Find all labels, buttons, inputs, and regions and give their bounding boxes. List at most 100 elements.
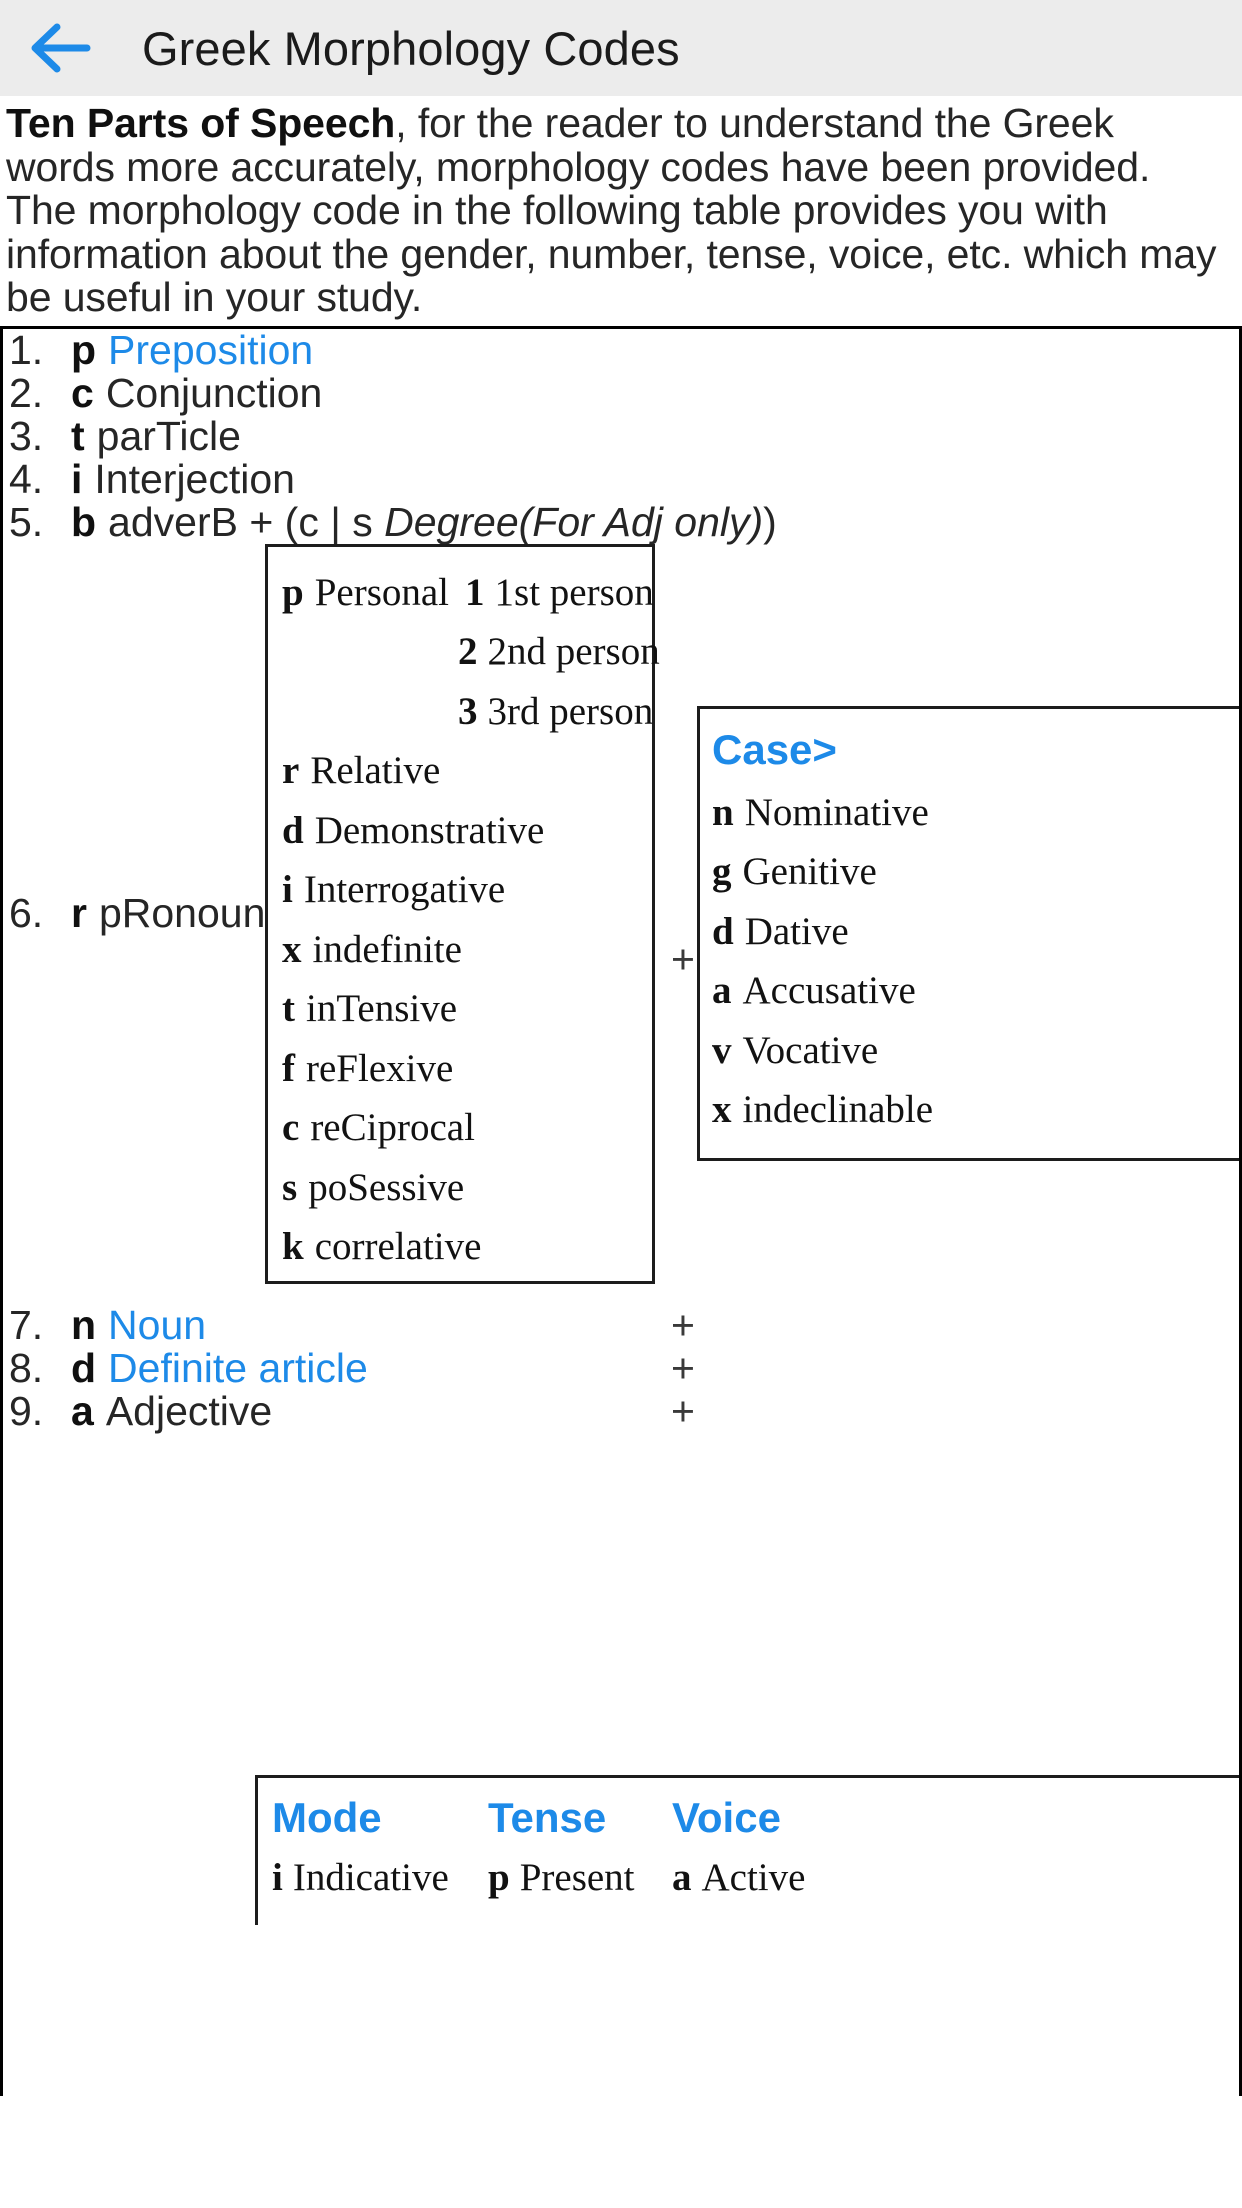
mtv-code: a bbox=[672, 1855, 692, 1899]
mode-tense-voice-table: Mode Tense Voice i Indicative p Present aA… bbox=[255, 1774, 1239, 1925]
pronoun-label: indefinite bbox=[312, 927, 462, 971]
pos-row-9: 9. a Adjective + bbox=[3, 1387, 1239, 1434]
case-box-title[interactable]: Case> bbox=[712, 719, 1239, 781]
pos-code: p bbox=[71, 326, 97, 373]
case-code: a bbox=[712, 969, 732, 1012]
adverb-suffix: ) bbox=[763, 498, 777, 545]
mtv-cell-mode: i Indicative bbox=[272, 1848, 488, 1908]
pos-number: 8. bbox=[9, 1344, 44, 1391]
pos-code: t bbox=[71, 412, 85, 459]
pronoun-label-group: 6. r pRonoun + bbox=[9, 889, 303, 936]
pronoun-code: t bbox=[282, 987, 295, 1030]
pronoun-label: Demonstrative bbox=[314, 808, 545, 852]
pos-code: a bbox=[71, 1387, 94, 1434]
pronoun-type-line: d Demonstrative bbox=[282, 801, 652, 861]
pronoun-type-line: r Relative bbox=[282, 741, 652, 801]
pos-label: pRonoun bbox=[98, 889, 266, 936]
mtv-header-voice[interactable]: Voice bbox=[672, 1788, 872, 1848]
adverb-degree-note: Degree(For Adj only) bbox=[384, 498, 764, 545]
pronoun-code: x bbox=[282, 927, 302, 971]
pos-code: i bbox=[71, 455, 83, 502]
pronoun-type-line: i Interrogative bbox=[282, 860, 652, 920]
morphology-table: 1. p Preposition 2. c Conjunction 3. t p… bbox=[0, 325, 1242, 2096]
pos-number: 4. bbox=[9, 455, 44, 502]
mtv-data-row: i Indicative p Present a Active bbox=[272, 1848, 1239, 1908]
mtv-header-tense[interactable]: Tense bbox=[488, 1788, 672, 1848]
pronoun-code: s bbox=[282, 1165, 298, 1209]
pronoun-personal-line: p Personal 1 1st person bbox=[282, 563, 654, 623]
case-line: x indeclinable bbox=[712, 1080, 1239, 1140]
pos-code: b bbox=[71, 498, 97, 545]
app-bar: Greek Morphology Codes bbox=[0, 0, 1242, 96]
person-code: 3 bbox=[458, 689, 478, 733]
case-line: a Accusative bbox=[712, 961, 1239, 1021]
case-code: g bbox=[712, 850, 732, 893]
pos-number: 7. bbox=[9, 1301, 44, 1348]
mtv-label: Active bbox=[701, 1855, 806, 1899]
pos-row-5: 5. b adverB + (c | s Degree(For Adj only… bbox=[3, 498, 1239, 545]
pos-row-4: 4. i Interjection bbox=[3, 455, 1239, 502]
pronoun-label: reCiprocal bbox=[310, 1106, 475, 1149]
case-code: x bbox=[712, 1088, 732, 1131]
case-label: Accusative bbox=[742, 969, 916, 1012]
pos-row-2: 2. c Conjunction bbox=[3, 369, 1239, 416]
case-line: n Nominative bbox=[712, 783, 1239, 843]
arrow-left-icon bbox=[29, 23, 91, 73]
pronoun-type-line: t inTensive bbox=[282, 979, 652, 1039]
case-code: v bbox=[712, 1028, 732, 1072]
mtv-code: i bbox=[272, 1855, 283, 1899]
pos-code: d bbox=[71, 1344, 97, 1391]
pos-label: Conjunction bbox=[105, 369, 323, 416]
pos-number: 2. bbox=[9, 369, 44, 416]
pronoun-code: k bbox=[282, 1225, 304, 1268]
case-code: d bbox=[712, 909, 734, 953]
pronoun-type-line: k correlative bbox=[282, 1217, 652, 1277]
pronoun-type-line: f reFlexive bbox=[282, 1039, 652, 1099]
mtv-cell-tense: p Present bbox=[488, 1848, 672, 1908]
pos-row-6: 6. r pRonoun + p Personal 1 1st person 2… bbox=[3, 543, 1239, 1304]
pos-number: 5. bbox=[9, 498, 44, 545]
person-code: 1 bbox=[465, 570, 485, 614]
pos-label: Interjection bbox=[94, 455, 295, 502]
pronoun-code: f bbox=[282, 1046, 295, 1090]
person-label: 3rd person bbox=[487, 689, 654, 733]
case-label: Genitive bbox=[742, 850, 877, 893]
screen-root: Greek Morphology Codes Ten Parts of Spee… bbox=[0, 0, 1242, 2208]
mtv-label: Indicative bbox=[292, 1855, 449, 1899]
mtv-header-row: Mode Tense Voice bbox=[272, 1788, 1239, 1848]
person-label: 2nd person bbox=[487, 630, 660, 673]
pos-plus: + bbox=[671, 1344, 695, 1391]
pronoun-type-box: p Personal 1 1st person 2 2nd person 3 3… bbox=[265, 543, 660, 1284]
pronoun-person-line: 3 3rd person bbox=[282, 682, 654, 742]
pos-row-8: 8. d Definite article + bbox=[3, 1344, 1239, 1391]
pos-code: c bbox=[71, 369, 94, 416]
pos-label: adverB + (c | s Degree(For Adj only)) bbox=[108, 498, 777, 545]
case-line: v Vocative bbox=[712, 1021, 1239, 1081]
back-button[interactable] bbox=[0, 0, 120, 96]
pos-row-1: 1. p Preposition bbox=[3, 329, 1239, 372]
mtv-label: Present bbox=[519, 1855, 635, 1899]
mtv-header-mode[interactable]: Mode bbox=[272, 1788, 488, 1848]
case-label: Dative bbox=[744, 909, 849, 953]
pronoun-code: r bbox=[282, 749, 300, 792]
pronoun-code: d bbox=[282, 808, 304, 852]
case-label: Vocative bbox=[742, 1028, 879, 1072]
pronoun-type-line: c reCiprocal bbox=[282, 1098, 652, 1158]
pronoun-label: poSessive bbox=[308, 1165, 465, 1209]
case-label: indeclinable bbox=[742, 1088, 934, 1131]
page-title: Greek Morphology Codes bbox=[142, 21, 680, 75]
pronoun-code: p bbox=[282, 570, 304, 614]
case-code: n bbox=[712, 790, 734, 834]
pronoun-label: reFlexive bbox=[306, 1046, 454, 1090]
pos-number: 6. bbox=[9, 889, 44, 936]
pronoun-type-line: s poSessive bbox=[282, 1158, 652, 1218]
pos-row-7: 7. n Noun + bbox=[3, 1301, 1239, 1348]
pronoun-type-line: x indefinite bbox=[282, 920, 652, 980]
case-box: Case> n Nominative g Genitive d Dative a… bbox=[697, 705, 1239, 1161]
pronoun-label: inTensive bbox=[306, 987, 458, 1030]
mtv-code: p bbox=[488, 1855, 510, 1899]
pos-code: r bbox=[71, 889, 87, 936]
adverb-prefix: adverB + (c | s bbox=[108, 498, 385, 545]
pos-number: 3. bbox=[9, 412, 44, 459]
pos-number: 1. bbox=[9, 326, 44, 373]
